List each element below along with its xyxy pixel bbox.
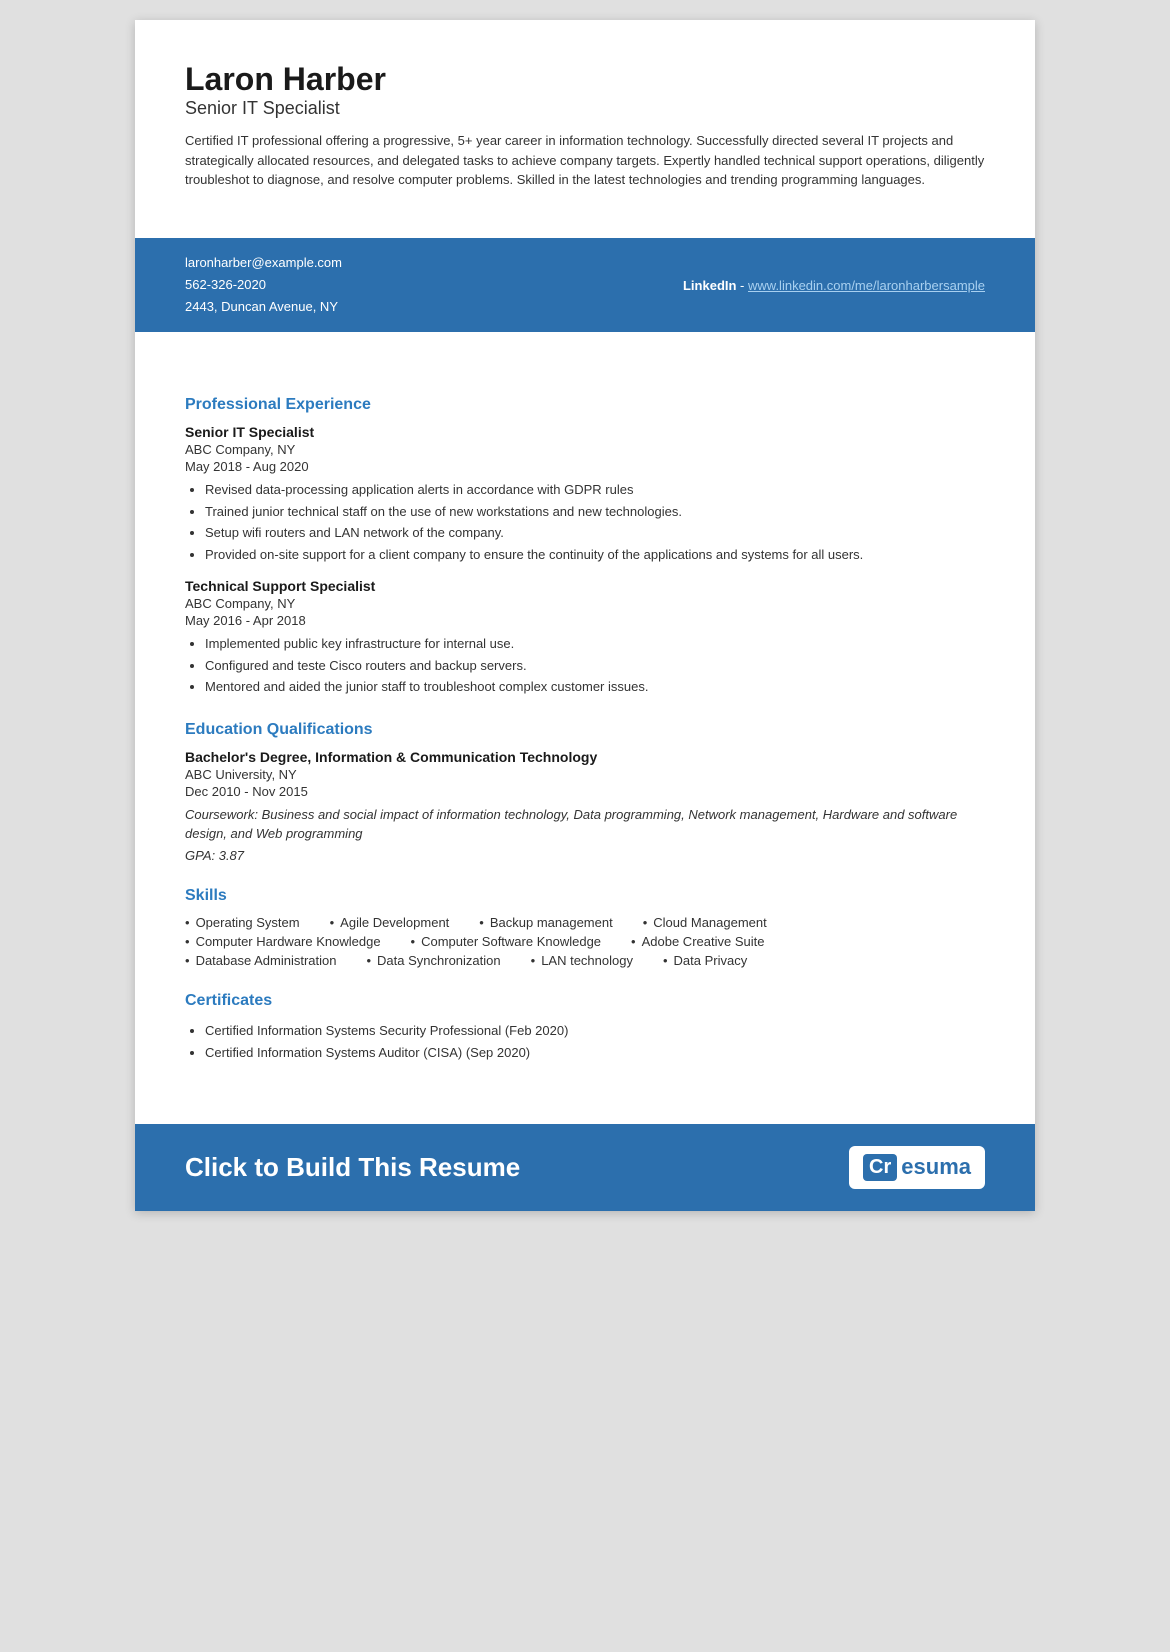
skill-database-admin: Database Administration <box>185 953 336 968</box>
skill-data-privacy: Data Privacy <box>663 953 747 968</box>
job-2-bullets: Implemented public key infrastructure fo… <box>185 634 985 697</box>
certificates-section: Certificates Certified Information Syste… <box>185 992 985 1064</box>
education-title: Education Qualifications <box>185 721 985 739</box>
cta-logo-icon: Cr <box>863 1154 897 1181</box>
skills-list: Operating System Agile Development Backu… <box>185 915 985 968</box>
contact-right: LinkedIn - www.linkedin.com/me/laronharb… <box>683 278 985 293</box>
job-2-dates: May 2016 - Apr 2018 <box>185 613 985 628</box>
job-2-company: ABC Company, NY <box>185 596 985 611</box>
job-1-bullet-2: Trained junior technical staff on the us… <box>205 502 985 522</box>
job-2-bullet-3: Mentored and aided the junior staff to t… <box>205 677 985 697</box>
job-1-dates: May 2018 - Aug 2020 <box>185 459 985 474</box>
candidate-name: Laron Harber <box>185 60 985 98</box>
job-1-bullet-1: Revised data-processing application aler… <box>205 480 985 500</box>
job-2-bullet-2: Configured and teste Cisco routers and b… <box>205 656 985 676</box>
candidate-summary: Certified IT professional offering a pro… <box>185 131 985 190</box>
skill-adobe-creative: Adobe Creative Suite <box>631 934 764 949</box>
skills-title: Skills <box>185 887 985 905</box>
certificates-title: Certificates <box>185 992 985 1010</box>
job-1-bullet-4: Provided on-site support for a client co… <box>205 545 985 565</box>
skills-row-1: Operating System Agile Development Backu… <box>185 915 985 930</box>
cert-1: Certified Information Systems Security P… <box>205 1020 985 1042</box>
job-1-title: Senior IT Specialist <box>185 424 985 440</box>
cert-2: Certified Information Systems Auditor (C… <box>205 1042 985 1064</box>
skill-data-sync: Data Synchronization <box>366 953 500 968</box>
skill-lan-technology: LAN technology <box>531 953 633 968</box>
contact-bar: laronharber@example.com 562-326-2020 244… <box>135 238 1035 332</box>
edu-1-degree: Bachelor's Degree, Information & Communi… <box>185 749 985 765</box>
contact-email: laronharber@example.com <box>185 252 342 274</box>
linkedin-separator: - <box>736 278 748 293</box>
skills-row-3: Database Administration Data Synchroniza… <box>185 953 985 968</box>
edu-1: Bachelor's Degree, Information & Communi… <box>185 749 985 863</box>
edu-1-field: , Information & Communication Technology <box>307 749 597 765</box>
edu-1-dates: Dec 2010 - Nov 2015 <box>185 784 985 799</box>
contact-left: laronharber@example.com 562-326-2020 244… <box>185 252 342 318</box>
job-2: Technical Support Specialist ABC Company… <box>185 578 985 697</box>
job-1-company: ABC Company, NY <box>185 442 985 457</box>
cta-logo-text: esuma <box>901 1154 971 1180</box>
cta-text[interactable]: Click to Build This Resume <box>185 1152 520 1183</box>
job-2-bullet-1: Implemented public key infrastructure fo… <box>205 634 985 654</box>
header-section: Laron Harber Senior IT Specialist Certif… <box>185 60 985 190</box>
candidate-title: Senior IT Specialist <box>185 98 985 119</box>
job-2-title: Technical Support Specialist <box>185 578 985 594</box>
job-1-bullets: Revised data-processing application aler… <box>185 480 985 564</box>
cta-bar[interactable]: Click to Build This Resume Cr esuma <box>135 1124 1035 1211</box>
education-section: Education Qualifications Bachelor's Degr… <box>185 721 985 863</box>
contact-phone: 562-326-2020 <box>185 274 342 296</box>
skill-cloud-management: Cloud Management <box>643 915 767 930</box>
contact-address: 2443, Duncan Avenue, NY <box>185 296 342 318</box>
certificates-list: Certified Information Systems Security P… <box>185 1020 985 1064</box>
linkedin-url[interactable]: www.linkedin.com/me/laronharbersample <box>748 278 985 293</box>
experience-title: Professional Experience <box>185 396 985 414</box>
edu-1-school: ABC University, NY <box>185 767 985 782</box>
skill-operating-system: Operating System <box>185 915 300 930</box>
skills-row-2: Computer Hardware Knowledge Computer Sof… <box>185 934 985 949</box>
experience-section: Professional Experience Senior IT Specia… <box>185 396 985 697</box>
resume-document: Laron Harber Senior IT Specialist Certif… <box>135 20 1035 1211</box>
linkedin-label: LinkedIn <box>683 278 736 293</box>
job-1-bullet-3: Setup wifi routers and LAN network of th… <box>205 523 985 543</box>
skill-computer-software: Computer Software Knowledge <box>411 934 602 949</box>
skill-computer-hardware: Computer Hardware Knowledge <box>185 934 381 949</box>
edu-1-gpa: GPA: 3.87 <box>185 848 985 863</box>
skill-backup-management: Backup management <box>479 915 612 930</box>
skill-agile-development: Agile Development <box>330 915 450 930</box>
job-1: Senior IT Specialist ABC Company, NY May… <box>185 424 985 564</box>
skills-section: Skills Operating System Agile Developmen… <box>185 887 985 968</box>
edu-1-degree-bold: Bachelor's Degree <box>185 749 307 765</box>
cta-logo: Cr esuma <box>849 1146 985 1189</box>
edu-1-coursework: Coursework: Business and social impact o… <box>185 805 985 844</box>
